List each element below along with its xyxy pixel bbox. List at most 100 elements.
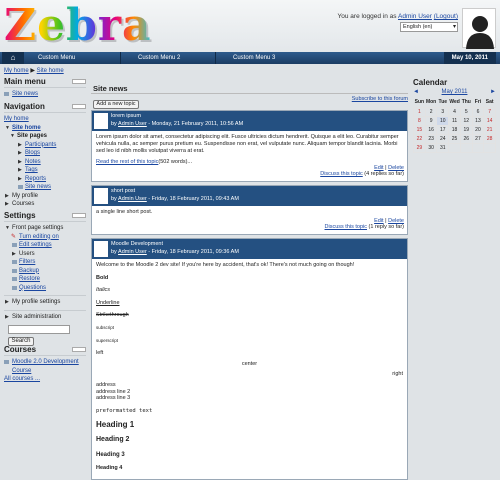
settings-users[interactable]: ▶ Users <box>4 250 86 259</box>
calendar-day-header: Mon <box>425 99 437 106</box>
author-avatar[interactable] <box>94 241 108 257</box>
nav-site-home[interactable]: ▼ Site home <box>4 124 86 133</box>
calendar-day[interactable]: 16 <box>424 124 438 135</box>
block-controls-icon[interactable] <box>72 347 86 352</box>
forum-post: short post by Admin User - Friday, 18 Fe… <box>91 185 408 235</box>
forum-icon <box>18 185 23 189</box>
calendar-day[interactable]: 24 <box>436 133 450 144</box>
settings-search-input[interactable] <box>8 325 70 334</box>
course-link[interactable]: Moodle 2.0 Development Course <box>4 358 86 375</box>
home-icon[interactable]: ⌂ <box>2 52 24 64</box>
breadcrumb-current[interactable]: Site home <box>37 68 64 74</box>
user-link[interactable]: Admin User <box>398 13 432 20</box>
login-prefix: You are logged in as <box>337 13 398 20</box>
settings-edit-settings[interactable]: Edit settings <box>4 241 86 250</box>
calendar-day[interactable]: 17 <box>436 124 450 135</box>
settings-front-page[interactable]: ▼ Front page settings <box>4 224 86 233</box>
avatar-silhouette-icon <box>466 16 494 49</box>
calendar-day[interactable]: 27 <box>471 133 485 144</box>
calendar-day[interactable]: 12 <box>459 115 473 126</box>
settings-questions[interactable]: Questions <box>4 284 86 293</box>
edit-pencil-icon: ✎ <box>11 233 17 240</box>
settings-turn-editing-on[interactable]: ✎ Turn editing on <box>4 233 86 242</box>
settings-backup[interactable]: Backup <box>4 267 86 276</box>
nav-tags[interactable]: ▶ Tags <box>4 166 86 175</box>
nav-my-home[interactable]: My home <box>4 115 86 124</box>
custom-menu-2[interactable]: Custom Menu 2 <box>130 52 180 64</box>
calendar-day[interactable]: 2 <box>424 106 438 117</box>
custom-menu-3[interactable]: Custom Menu 3 <box>225 52 275 64</box>
calendar-day[interactable]: 14 <box>483 115 496 126</box>
nav-site-pages[interactable]: ▼ Site pages <box>4 132 86 141</box>
calendar-day[interactable]: 10 <box>436 115 450 126</box>
calendar-day[interactable]: 8 <box>413 115 426 126</box>
user-avatar[interactable] <box>462 8 496 49</box>
settings-filters[interactable]: Filters <box>4 258 86 267</box>
navigation-title: Navigation <box>4 102 86 111</box>
calendar-day[interactable]: 23 <box>424 133 438 144</box>
subscribe-link[interactable]: Subscribe to this forum <box>352 96 408 102</box>
calendar-day[interactable]: 7 <box>483 106 496 117</box>
discuss-link[interactable]: Discuss this topic <box>320 171 363 177</box>
nav-courses[interactable]: ▶ Courses <box>4 200 86 209</box>
calendar-day[interactable]: 9 <box>424 115 438 126</box>
nav-blogs[interactable]: ▶ Blogs <box>4 149 86 158</box>
calendar-day[interactable]: 3 <box>436 106 450 117</box>
nav-site-news[interactable]: Site news <box>4 183 86 192</box>
calendar-day[interactable]: 5 <box>459 106 473 117</box>
settings-site-admin[interactable]: ▶ Site administration <box>4 313 86 322</box>
language-select[interactable]: English (en) ▾ <box>400 22 458 32</box>
author-avatar[interactable] <box>94 113 108 129</box>
custom-menu-1[interactable]: Custom Menu <box>30 52 75 64</box>
restore-icon <box>12 277 17 281</box>
next-month-icon[interactable]: ► <box>490 89 496 95</box>
discuss-link[interactable]: Discuss this topic <box>325 224 368 230</box>
courses-title: Courses <box>4 345 86 354</box>
calendar-day[interactable]: 29 <box>413 142 426 153</box>
calendar-day[interactable]: 6 <box>471 106 485 117</box>
author-avatar[interactable] <box>94 188 108 204</box>
nav-reports[interactable]: ▶ Reports <box>4 175 86 184</box>
calendar-day[interactable]: 15 <box>413 124 426 135</box>
settings-block: Settings ▼ Front page settings ✎ Turn edit… <box>4 211 86 346</box>
calendar-day[interactable]: 1 <box>413 106 426 117</box>
calendar-day[interactable]: 28 <box>483 133 496 144</box>
calendar-day <box>471 142 485 153</box>
nav-participants[interactable]: ▶ Participants <box>4 141 86 150</box>
calendar-day <box>483 142 496 153</box>
calendar-day[interactable]: 31 <box>436 142 450 153</box>
nav-notes[interactable]: ▶ Notes <box>4 158 86 167</box>
calendar-day[interactable]: 13 <box>471 115 485 126</box>
settings-my-profile[interactable]: ▶ My profile settings <box>4 298 86 307</box>
calendar-month[interactable]: May 2011 <box>413 89 496 95</box>
calendar-day[interactable]: 22 <box>413 133 426 144</box>
block-controls-icon[interactable] <box>72 213 86 218</box>
calendar-day[interactable]: 11 <box>448 115 461 126</box>
all-courses-link[interactable]: All courses ... <box>4 375 86 384</box>
calendar-day[interactable]: 30 <box>424 142 438 153</box>
block-controls-icon[interactable] <box>72 104 86 109</box>
calendar-day[interactable]: 19 <box>459 124 473 135</box>
bullet-icon: ▶ <box>18 141 22 148</box>
subscript-text: subscript <box>96 324 115 330</box>
post-author-link[interactable]: Admin User <box>118 249 147 255</box>
logout-link[interactable]: (Logout) <box>434 13 458 20</box>
calendar-day[interactable]: 25 <box>448 133 461 144</box>
nav-my-profile[interactable]: ▶ My profile <box>4 192 86 201</box>
calendar-day[interactable]: 20 <box>471 124 485 135</box>
block-controls-icon[interactable] <box>72 79 86 84</box>
calendar-day[interactable]: 18 <box>448 124 461 135</box>
read-rest-link[interactable]: Read the rest of this topic <box>96 159 158 165</box>
breadcrumb-home[interactable]: My home <box>4 68 29 74</box>
calendar-day[interactable]: 4 <box>448 106 461 117</box>
post-author-link[interactable]: Admin User <box>118 196 147 202</box>
calendar-day[interactable]: 21 <box>483 124 496 135</box>
settings-restore[interactable]: Restore <box>4 275 86 284</box>
site-logo[interactable]: Zebra <box>4 4 152 48</box>
main-menu-item-site-news[interactable]: Site news <box>4 90 86 99</box>
custom-menu-bar: ⌂ Custom Menu Custom Menu 2 Custom Menu … <box>0 52 500 64</box>
add-topic-button[interactable]: Add a new topic <box>93 100 139 109</box>
calendar-day[interactable]: 26 <box>459 133 473 144</box>
calendar-day-header: Tue <box>438 99 448 106</box>
post-author-link[interactable]: Admin User <box>118 121 147 127</box>
